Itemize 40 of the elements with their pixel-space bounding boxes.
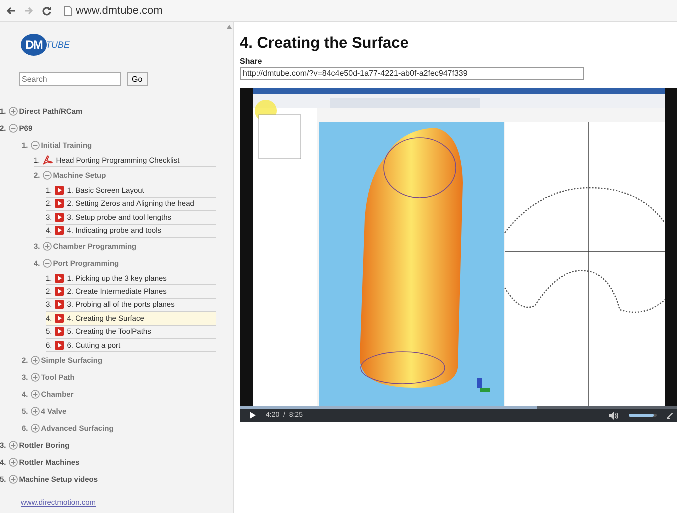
reload-icon[interactable]: [42, 6, 52, 16]
url-text[interactable]: www.dmtube.com: [76, 4, 163, 16]
back-icon[interactable]: [6, 6, 16, 16]
expand-icon[interactable]: [31, 373, 40, 382]
video-icon[interactable]: [55, 186, 64, 196]
expand-icon[interactable]: [31, 356, 40, 366]
video-icon[interactable]: [55, 212, 64, 222]
expand-icon[interactable]: [31, 424, 40, 434]
play-icon[interactable]: [250, 412, 256, 419]
share-label: Share: [240, 57, 264, 66]
video-icon[interactable]: [55, 199, 64, 208]
expand-icon[interactable]: [31, 390, 40, 400]
pdf-icon[interactable]: [43, 155, 54, 166]
video-icon[interactable]: [55, 327, 64, 336]
collapse-icon[interactable]: [43, 258, 52, 268]
logo: DM TUBE: [21, 32, 81, 58]
share-url-field[interactable]: http://dmtube.com/?v=84c4e50d-1a77-4221-ab0f-a2fec947f339: [240, 67, 584, 80]
collapse-icon[interactable]: [43, 171, 52, 180]
forward-icon[interactable]: [24, 6, 34, 16]
go-button[interactable]: Go: [127, 72, 148, 86]
expand-icon[interactable]: [43, 242, 52, 251]
expand-icon[interactable]: [9, 441, 18, 450]
page-icon: [64, 6, 72, 16]
expand-icon[interactable]: [9, 107, 18, 116]
expand-icon[interactable]: [9, 458, 18, 468]
video-icon[interactable]: [55, 226, 64, 236]
video-icon[interactable]: [55, 314, 64, 323]
search-field[interactable]: Search: [19, 72, 121, 86]
scroll-up-icon[interactable]: [227, 25, 232, 29]
video-icon[interactable]: [55, 287, 64, 296]
video-icon[interactable]: [55, 340, 64, 350]
collapse-icon[interactable]: [9, 124, 18, 133]
expand-icon[interactable]: [9, 475, 18, 484]
video-icon[interactable]: [55, 274, 64, 283]
expand-icon[interactable]: [31, 407, 40, 416]
page-title: 4. Creating the Surface: [240, 35, 410, 53]
video-icon[interactable]: [55, 300, 64, 310]
fullscreen-icon[interactable]: [667, 412, 673, 418]
collapse-icon[interactable]: [31, 141, 40, 150]
volume-icon[interactable]: [609, 412, 619, 420]
